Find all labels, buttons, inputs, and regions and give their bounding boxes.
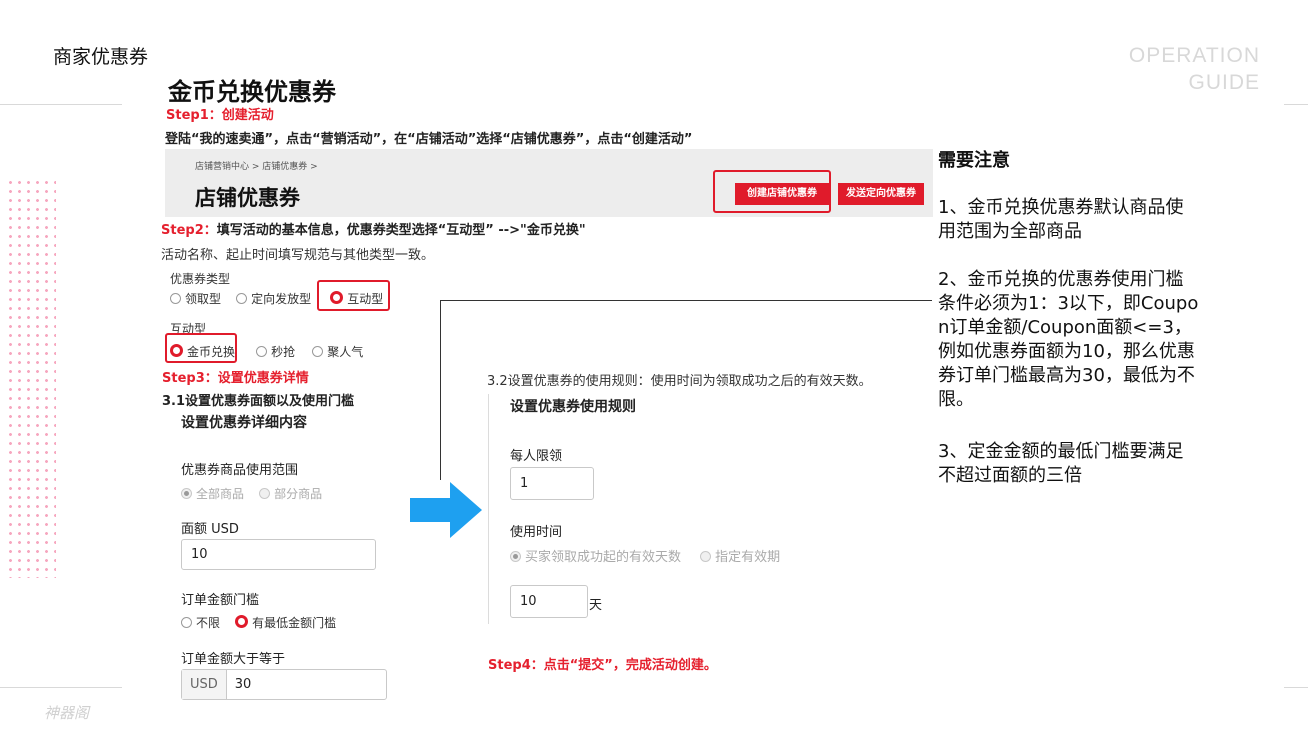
usage-time-valid-days[interactable]: 买家领取成功起的有效天数 <box>510 546 681 565</box>
scope-radio-group: 全部商品 部分商品 <box>181 483 322 502</box>
bottom-divider-left <box>0 687 122 688</box>
min-order-value: 30 <box>234 677 252 692</box>
radio-icon <box>170 293 181 304</box>
note-item-3: 3、定金金额的最低门槛要满足不超过面额的三倍 <box>938 441 1184 486</box>
limit-label: 每人限领 <box>510 449 563 464</box>
scope-some-products[interactable]: 部分商品 <box>259 483 322 502</box>
rules-panel-border <box>488 394 489 624</box>
top-divider-right <box>1284 104 1308 105</box>
radio-icon <box>181 617 192 628</box>
right-arrow-icon <box>410 482 482 538</box>
top-divider-left <box>0 104 122 105</box>
rules-panel-title: 设置优惠券使用规则 <box>510 399 636 415</box>
threshold-unlimited[interactable]: 不限 <box>181 612 220 631</box>
interactive-type-popularity[interactable]: 聚人气 <box>312 341 363 360</box>
note-item-2: 2、金币兑换的优惠券使用门槛条件必须为1：3以下，即Coupon订单金额/Cou… <box>938 269 1199 410</box>
radio-icon <box>700 551 712 562</box>
threshold-minimum[interactable]: 有最低金额门槛 <box>235 612 336 631</box>
store-coupon-banner: 店铺营销中心 > 店铺优惠券 > 店铺优惠券 创建店铺优惠券 发送定向优惠券 <box>165 149 933 217</box>
breadcrumb: 店铺营销中心 > 店铺优惠券 > <box>195 162 318 172</box>
banner-title: 店铺优惠券 <box>195 186 300 210</box>
bottom-divider-right <box>1284 687 1308 688</box>
usage-time-radio-group: 买家领取成功起的有效天数 指定有效期 <box>510 546 780 565</box>
step3-heading: Step3：设置优惠券详情 <box>162 371 309 386</box>
radio-selected-icon <box>510 551 521 562</box>
radio-selected-icon <box>181 488 192 499</box>
valid-days-value: 10 <box>520 594 537 609</box>
step1-heading: Step1：创建活动 <box>166 108 274 123</box>
radio-icon <box>236 293 248 304</box>
limit-input[interactable]: 1 <box>510 467 594 500</box>
step2-heading: Step2： <box>161 223 217 238</box>
usage-time-label: 使用时间 <box>510 525 563 540</box>
radio-selected-icon <box>235 615 249 628</box>
limit-value: 1 <box>520 476 529 491</box>
coupon-type-label: 优惠券类型 <box>170 272 231 286</box>
coin-exchange-highlight <box>165 333 237 363</box>
watermark: 神器阁 <box>44 704 90 722</box>
slide-title: 商家优惠券 <box>53 46 149 68</box>
scope-label: 优惠券商品使用范围 <box>181 463 299 478</box>
amount-input[interactable]: 10 <box>181 539 376 570</box>
step3-sub-heading: 3.1设置优惠券面额以及使用门槛 <box>162 394 355 409</box>
send-targeted-coupon-button[interactable]: 发送定向优惠券 <box>838 183 924 205</box>
days-unit: 天 <box>589 598 603 613</box>
coupon-type-targeted[interactable]: 定向发放型 <box>236 288 311 307</box>
min-order-input[interactable]: USD 30 <box>181 669 387 700</box>
scope-all-products[interactable]: 全部商品 <box>181 483 244 502</box>
threshold-radio-group: 不限 有最低金额门槛 <box>181 612 336 631</box>
step2-instruction: 填写活动的基本信息，优惠券类型选择“互动型” -->"金币兑换" <box>216 223 586 238</box>
connector-vertical <box>440 300 441 480</box>
threshold-label: 订单金额门槛 <box>181 593 260 608</box>
radio-icon <box>312 346 324 357</box>
radio-icon <box>256 346 268 357</box>
step2-line: Step2：填写活动的基本信息，优惠券类型选择“互动型” -->"金币兑换" <box>161 219 586 238</box>
interactive-type-highlight <box>317 280 390 311</box>
note-item-1: 1、金币兑换优惠券默认商品使用范围为全部商品 <box>938 197 1184 242</box>
operation-guide-label: OPERATION GUIDE <box>1129 42 1260 96</box>
step2-subtext: 活动名称、起止时间填写规范与其他类型一致。 <box>161 248 435 263</box>
step4-heading: Step4：点击“提交”，完成活动创建。 <box>488 658 717 673</box>
currency-addon: USD <box>182 670 227 699</box>
radio-icon <box>259 488 271 499</box>
connector-horizontal <box>440 300 932 301</box>
doc-title: 金币兑换优惠券 <box>168 78 336 106</box>
detail-panel-title: 设置优惠券详细内容 <box>181 415 307 431</box>
guide-line-1: OPERATION <box>1128 44 1260 67</box>
valid-days-input[interactable]: 10 <box>510 585 588 618</box>
usage-time-fixed-period[interactable]: 指定有效期 <box>700 546 780 565</box>
coupon-type-claim[interactable]: 领取型 <box>170 288 221 307</box>
amount-value: 10 <box>191 547 208 562</box>
interactive-type-flash[interactable]: 秒抢 <box>256 341 295 360</box>
guide-line-2: GUIDE <box>1188 71 1260 94</box>
step1-instruction: 登陆“我的速卖通”，点击“营销活动”，在“店铺活动”选择“店铺优惠券”，点击“创… <box>165 132 693 147</box>
create-button-highlight <box>713 170 831 213</box>
amount-label: 面额 USD <box>181 522 239 537</box>
decorative-dot-grid <box>6 178 56 578</box>
step3-2-heading: 3.2设置优惠券的使用规则：使用时间为领取成功之后的有效天数。 <box>487 374 872 389</box>
min-order-label: 订单金额大于等于 <box>181 652 286 667</box>
notes-title: 需要注意 <box>938 150 1010 171</box>
